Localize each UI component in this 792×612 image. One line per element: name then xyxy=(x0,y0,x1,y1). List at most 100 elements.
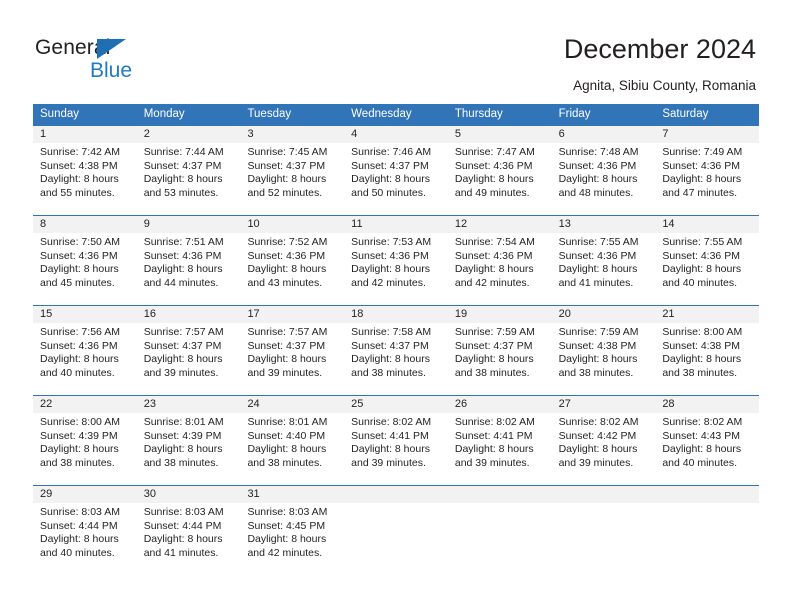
day-number[interactable]: 15 xyxy=(33,306,137,323)
day-number[interactable]: 29 xyxy=(33,486,137,503)
day-number[interactable]: 28 xyxy=(655,396,759,413)
day-cell[interactable]: Sunrise: 8:02 AM Sunset: 4:41 PM Dayligh… xyxy=(344,413,448,485)
day-cell[interactable]: Sunrise: 7:51 AM Sunset: 4:36 PM Dayligh… xyxy=(137,233,241,305)
day-number[interactable]: 7 xyxy=(655,126,759,143)
weekday-header-wednesday: Wednesday xyxy=(351,108,412,120)
day-cell[interactable]: Sunrise: 7:59 AM Sunset: 4:38 PM Dayligh… xyxy=(552,323,656,395)
day-number[interactable]: 17 xyxy=(240,306,344,323)
day-number[interactable]: 22 xyxy=(33,396,137,413)
day-cell[interactable]: Sunrise: 7:57 AM Sunset: 4:37 PM Dayligh… xyxy=(137,323,241,395)
calendar-week-row: 29 30 31 Sunrise: 8:03 AM Sunset: 4:44 P… xyxy=(33,485,759,575)
day-number[interactable]: 31 xyxy=(240,486,344,503)
day-number[interactable]: 8 xyxy=(33,216,137,233)
day-number[interactable]: 3 xyxy=(240,126,344,143)
day-number-band: 22 23 24 25 26 27 28 xyxy=(33,396,759,413)
day-cell[interactable]: Sunrise: 7:42 AM Sunset: 4:38 PM Dayligh… xyxy=(33,143,137,215)
day-cell[interactable]: Sunrise: 8:00 AM Sunset: 4:39 PM Dayligh… xyxy=(33,413,137,485)
day-number[interactable]: 11 xyxy=(344,216,448,233)
day-number[interactable]: 27 xyxy=(552,396,656,413)
sunset-text: Sunset: 4:38 PM xyxy=(558,339,637,352)
day-cell[interactable]: Sunrise: 8:02 AM Sunset: 4:41 PM Dayligh… xyxy=(448,413,552,485)
logo-triangle-icon xyxy=(97,39,126,59)
daylight-text-line2: and 38 minutes. xyxy=(40,456,115,469)
day-number[interactable]: 9 xyxy=(137,216,241,233)
day-cell[interactable]: Sunrise: 8:03 AM Sunset: 4:45 PM Dayligh… xyxy=(240,503,344,575)
sunrise-text: Sunrise: 7:52 AM xyxy=(247,236,328,248)
daylight-text-line1: Daylight: 8 hours xyxy=(558,443,638,456)
day-cell-empty xyxy=(552,503,656,575)
day-cell[interactable]: Sunrise: 7:50 AM Sunset: 4:36 PM Dayligh… xyxy=(33,233,137,305)
sunrise-text: Sunrise: 7:45 AM xyxy=(247,146,328,158)
daylight-text-line2: and 44 minutes. xyxy=(143,276,219,289)
day-cell[interactable]: Sunrise: 7:49 AM Sunset: 4:36 PM Dayligh… xyxy=(655,143,759,215)
day-cell[interactable]: Sunrise: 7:55 AM Sunset: 4:36 PM Dayligh… xyxy=(655,233,759,305)
sunset-text: Sunset: 4:44 PM xyxy=(40,519,118,532)
day-number[interactable]: 12 xyxy=(448,216,552,233)
day-number[interactable]: 20 xyxy=(552,306,656,323)
daylight-text-line1: Daylight: 8 hours xyxy=(351,263,430,276)
day-cell[interactable]: Sunrise: 7:55 AM Sunset: 4:36 PM Dayligh… xyxy=(552,233,656,305)
sunset-text: Sunset: 4:36 PM xyxy=(40,249,118,262)
day-number[interactable]: 19 xyxy=(448,306,552,323)
day-number-empty xyxy=(448,486,552,503)
day-number[interactable]: 30 xyxy=(137,486,241,503)
day-number[interactable]: 24 xyxy=(240,396,344,413)
daylight-text-line2: and 45 minutes. xyxy=(40,276,115,289)
sunset-text: Sunset: 4:37 PM xyxy=(454,339,533,352)
day-cell[interactable]: Sunrise: 8:01 AM Sunset: 4:40 PM Dayligh… xyxy=(240,413,344,485)
daylight-text-line1: Daylight: 8 hours xyxy=(247,263,327,276)
sunset-text: Sunset: 4:36 PM xyxy=(558,249,637,262)
day-cell[interactable]: Sunrise: 7:47 AM Sunset: 4:36 PM Dayligh… xyxy=(448,143,552,215)
day-number[interactable]: 23 xyxy=(137,396,241,413)
day-cell[interactable]: Sunrise: 7:48 AM Sunset: 4:36 PM Dayligh… xyxy=(552,143,656,215)
day-cell[interactable]: Sunrise: 7:59 AM Sunset: 4:37 PM Dayligh… xyxy=(448,323,552,395)
sunrise-text: Sunrise: 7:55 AM xyxy=(558,236,639,248)
sunrise-text: Sunrise: 8:03 AM xyxy=(247,506,328,518)
day-cell[interactable]: Sunrise: 8:02 AM Sunset: 4:43 PM Dayligh… xyxy=(655,413,759,485)
day-cell[interactable]: Sunrise: 8:02 AM Sunset: 4:42 PM Dayligh… xyxy=(552,413,656,485)
day-cell[interactable]: Sunrise: 7:58 AM Sunset: 4:37 PM Dayligh… xyxy=(344,323,448,395)
day-cell[interactable]: Sunrise: 7:54 AM Sunset: 4:36 PM Dayligh… xyxy=(448,233,552,305)
day-number[interactable]: 10 xyxy=(240,216,344,233)
day-cell-empty xyxy=(448,503,552,575)
day-number[interactable]: 21 xyxy=(655,306,759,323)
day-number[interactable]: 5 xyxy=(448,126,552,143)
day-cell[interactable]: Sunrise: 8:03 AM Sunset: 4:44 PM Dayligh… xyxy=(33,503,137,575)
daylight-text-line1: Daylight: 8 hours xyxy=(143,263,223,276)
sunrise-text: Sunrise: 7:48 AM xyxy=(558,146,639,158)
sunrise-text: Sunrise: 8:00 AM xyxy=(662,326,743,338)
sunrise-text: Sunrise: 7:59 AM xyxy=(454,326,535,338)
day-cell[interactable]: Sunrise: 7:45 AM Sunset: 4:37 PM Dayligh… xyxy=(240,143,344,215)
daylight-text-line1: Daylight: 8 hours xyxy=(558,263,638,276)
daylight-text-line1: Daylight: 8 hours xyxy=(40,173,119,186)
day-number[interactable]: 16 xyxy=(137,306,241,323)
sunset-text: Sunset: 4:36 PM xyxy=(143,249,222,262)
daylight-text-line2: and 39 minutes. xyxy=(558,456,634,469)
day-cell[interactable]: Sunrise: 7:57 AM Sunset: 4:37 PM Dayligh… xyxy=(240,323,344,395)
day-cell[interactable]: Sunrise: 7:53 AM Sunset: 4:36 PM Dayligh… xyxy=(344,233,448,305)
day-number[interactable]: 4 xyxy=(344,126,448,143)
day-cell[interactable]: Sunrise: 7:52 AM Sunset: 4:36 PM Dayligh… xyxy=(240,233,344,305)
day-number[interactable]: 26 xyxy=(448,396,552,413)
day-cell[interactable]: Sunrise: 7:56 AM Sunset: 4:36 PM Dayligh… xyxy=(33,323,137,395)
day-number[interactable]: 13 xyxy=(552,216,656,233)
day-cell[interactable]: Sunrise: 8:03 AM Sunset: 4:44 PM Dayligh… xyxy=(137,503,241,575)
day-cell[interactable]: Sunrise: 8:00 AM Sunset: 4:38 PM Dayligh… xyxy=(655,323,759,395)
sunrise-text: Sunrise: 7:51 AM xyxy=(143,236,224,248)
sunrise-text: Sunrise: 8:02 AM xyxy=(351,416,432,428)
day-number[interactable]: 14 xyxy=(655,216,759,233)
day-number[interactable]: 25 xyxy=(344,396,448,413)
day-cell[interactable]: Sunrise: 8:01 AM Sunset: 4:39 PM Dayligh… xyxy=(137,413,241,485)
day-detail-band: Sunrise: 7:42 AM Sunset: 4:38 PM Dayligh… xyxy=(33,143,759,215)
day-number[interactable]: 2 xyxy=(137,126,241,143)
day-detail-band: Sunrise: 8:03 AM Sunset: 4:44 PM Dayligh… xyxy=(33,503,759,575)
weekday-header-row: Sunday Monday Tuesday Wednesday Thursday… xyxy=(33,104,759,125)
daylight-text-line2: and 38 minutes. xyxy=(247,456,323,469)
day-cell[interactable]: Sunrise: 7:46 AM Sunset: 4:37 PM Dayligh… xyxy=(344,143,448,215)
daylight-text-line1: Daylight: 8 hours xyxy=(247,353,327,366)
day-number[interactable]: 1 xyxy=(33,126,137,143)
day-number[interactable]: 6 xyxy=(552,126,656,143)
sunset-text: Sunset: 4:36 PM xyxy=(454,249,533,262)
day-number[interactable]: 18 xyxy=(344,306,448,323)
day-cell[interactable]: Sunrise: 7:44 AM Sunset: 4:37 PM Dayligh… xyxy=(137,143,241,215)
